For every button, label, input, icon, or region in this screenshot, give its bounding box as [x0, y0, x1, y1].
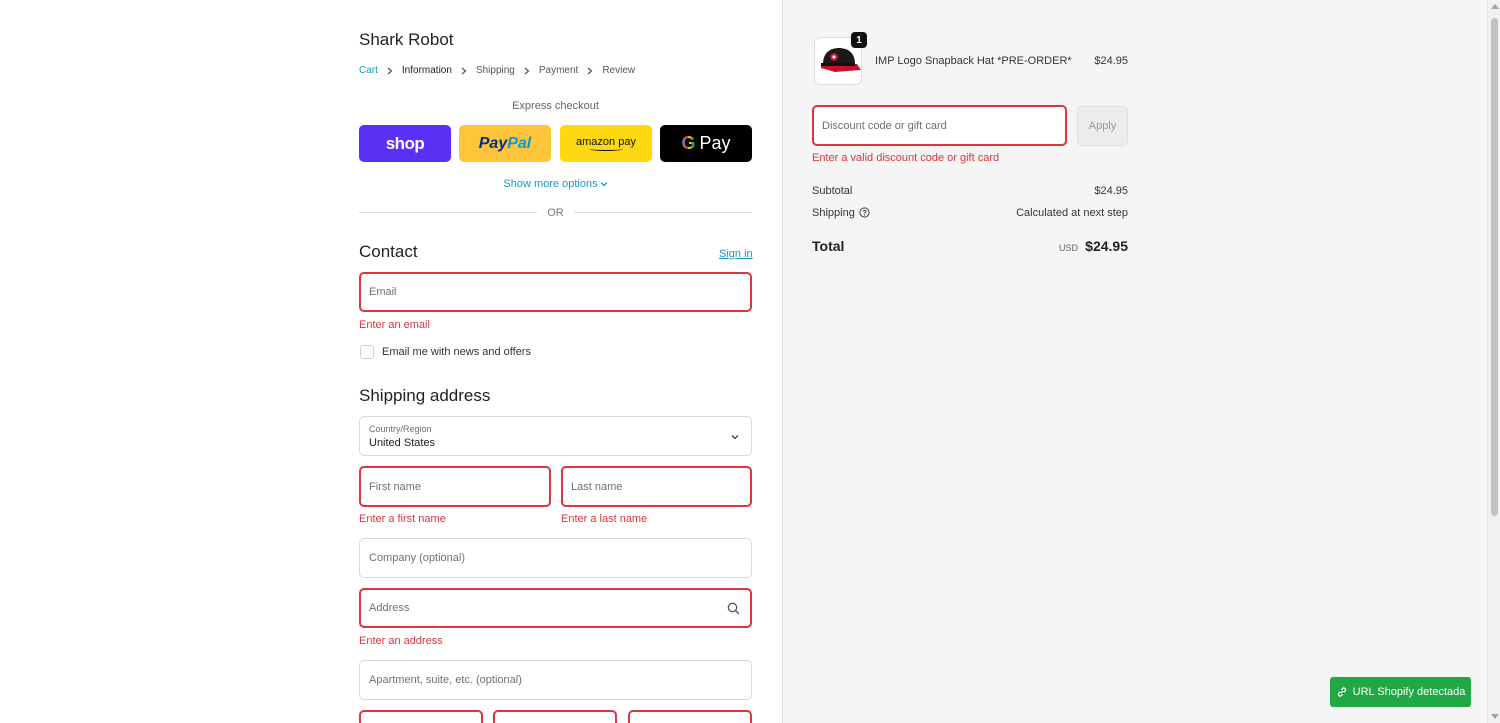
google-pay-logo: Pay	[699, 133, 731, 153]
chevron-right-icon	[452, 67, 476, 75]
search-icon	[727, 602, 740, 615]
amazon-pay-logo: amazon pay	[576, 135, 636, 148]
first-name-input[interactable]: First name	[359, 466, 551, 507]
shop-pay-logo: shop	[385, 133, 425, 153]
total-currency: USD	[1058, 243, 1078, 253]
address-error: Enter an address	[359, 635, 443, 647]
city-input[interactable]	[359, 710, 483, 723]
paypal-logo-pal: Pal	[507, 134, 532, 152]
store-name[interactable]: Shark Robot	[359, 30, 454, 50]
first-name-placeholder: First name	[369, 480, 421, 493]
shop-pay-button[interactable]: shop	[359, 125, 451, 162]
shopify-detected-label: URL Shopify detectada	[1352, 686, 1466, 698]
paypal-button[interactable]: Pay Pal	[459, 125, 551, 162]
amazon-smile-icon	[589, 147, 623, 151]
breadcrumb-payment: Payment	[538, 65, 579, 76]
email-input[interactable]: Email	[359, 272, 752, 312]
newsletter-checkbox[interactable]	[360, 345, 374, 359]
scrollbar-thumb[interactable]	[1491, 18, 1498, 516]
state-select[interactable]	[493, 710, 617, 723]
apartment-input[interactable]: Apartment, suite, etc. (optional)	[359, 660, 752, 700]
scroll-up-arrow-icon[interactable]	[1491, 4, 1499, 9]
total-label: Total	[812, 238, 845, 254]
company-input[interactable]: Company (optional)	[359, 538, 752, 578]
discount-code-input[interactable]: Discount code or gift card	[812, 105, 1067, 146]
country-select[interactable]: Country/Region United States	[359, 416, 752, 456]
google-g-icon: G	[681, 133, 696, 153]
or-label: OR	[547, 207, 564, 219]
subtotal-value: $24.95	[1094, 185, 1128, 197]
breadcrumb-cart[interactable]: Cart	[359, 65, 378, 76]
address-placeholder: Address	[369, 602, 410, 614]
express-checkout-label: Express checkout	[512, 100, 599, 112]
zip-input[interactable]	[628, 710, 752, 723]
chevron-right-icon	[578, 67, 602, 75]
address-input[interactable]: Address	[359, 588, 752, 628]
apartment-placeholder: Apartment, suite, etc. (optional)	[369, 674, 522, 686]
show-more-options-label: Show more options	[503, 178, 598, 190]
last-name-placeholder: Last name	[571, 480, 623, 493]
show-more-options-link[interactable]: Show more options	[359, 178, 752, 190]
chevron-down-icon	[731, 435, 739, 440]
shipping-row: Shipping	[812, 207, 870, 219]
subtotal-label: Subtotal	[812, 185, 853, 197]
snapback-hat-image	[821, 48, 861, 72]
email-error: Enter an email	[359, 319, 430, 331]
chevron-right-icon	[515, 67, 539, 75]
sign-in-link[interactable]: Sign in	[719, 248, 753, 260]
product-name: IMP Logo Snapback Hat *PRE-ORDER*	[875, 55, 1072, 67]
help-circle-icon[interactable]	[859, 207, 870, 218]
discount-placeholder: Discount code or gift card	[822, 119, 947, 132]
amazon-pay-button[interactable]: amazon pay	[560, 125, 652, 162]
first-name-error: Enter a first name	[359, 513, 446, 525]
product-price: $24.95	[1094, 55, 1128, 67]
shipping-label: Shipping	[812, 207, 855, 219]
shipping-address-title: Shipping address	[359, 386, 491, 405]
last-name-error: Enter a last name	[561, 513, 648, 525]
breadcrumb-review: Review	[602, 65, 636, 76]
country-label: Country/Region	[369, 424, 432, 434]
quantity-badge: 1	[851, 32, 867, 48]
email-placeholder: Email	[369, 286, 397, 298]
shopify-detected-badge[interactable]: URL Shopify detectada	[1330, 677, 1471, 707]
discount-error: Enter a valid discount code or gift card	[812, 152, 1000, 164]
company-placeholder: Company (optional)	[369, 552, 465, 564]
total-value: $24.95	[1085, 238, 1128, 254]
apply-discount-button[interactable]: Apply	[1077, 106, 1128, 146]
link-icon	[1337, 687, 1346, 697]
breadcrumb-information: Information	[401, 65, 452, 76]
chevron-right-icon	[378, 67, 402, 75]
page-scrollbar[interactable]	[1487, 0, 1500, 723]
chevron-down-icon	[600, 182, 608, 187]
contact-title: Contact	[359, 242, 418, 261]
shipping-value: Calculated at next step	[1016, 207, 1128, 219]
google-pay-button[interactable]: G Pay	[660, 125, 752, 162]
newsletter-label[interactable]: Email me with news and offers	[382, 346, 531, 358]
country-value: United States	[369, 437, 436, 449]
last-name-input[interactable]: Last name	[561, 466, 752, 507]
scroll-down-arrow-icon[interactable]	[1491, 714, 1499, 719]
breadcrumb-shipping: Shipping	[475, 65, 515, 76]
paypal-logo-pay: Pay	[478, 134, 508, 152]
breadcrumb: Cart Information Shipping Payment Review	[359, 65, 635, 76]
